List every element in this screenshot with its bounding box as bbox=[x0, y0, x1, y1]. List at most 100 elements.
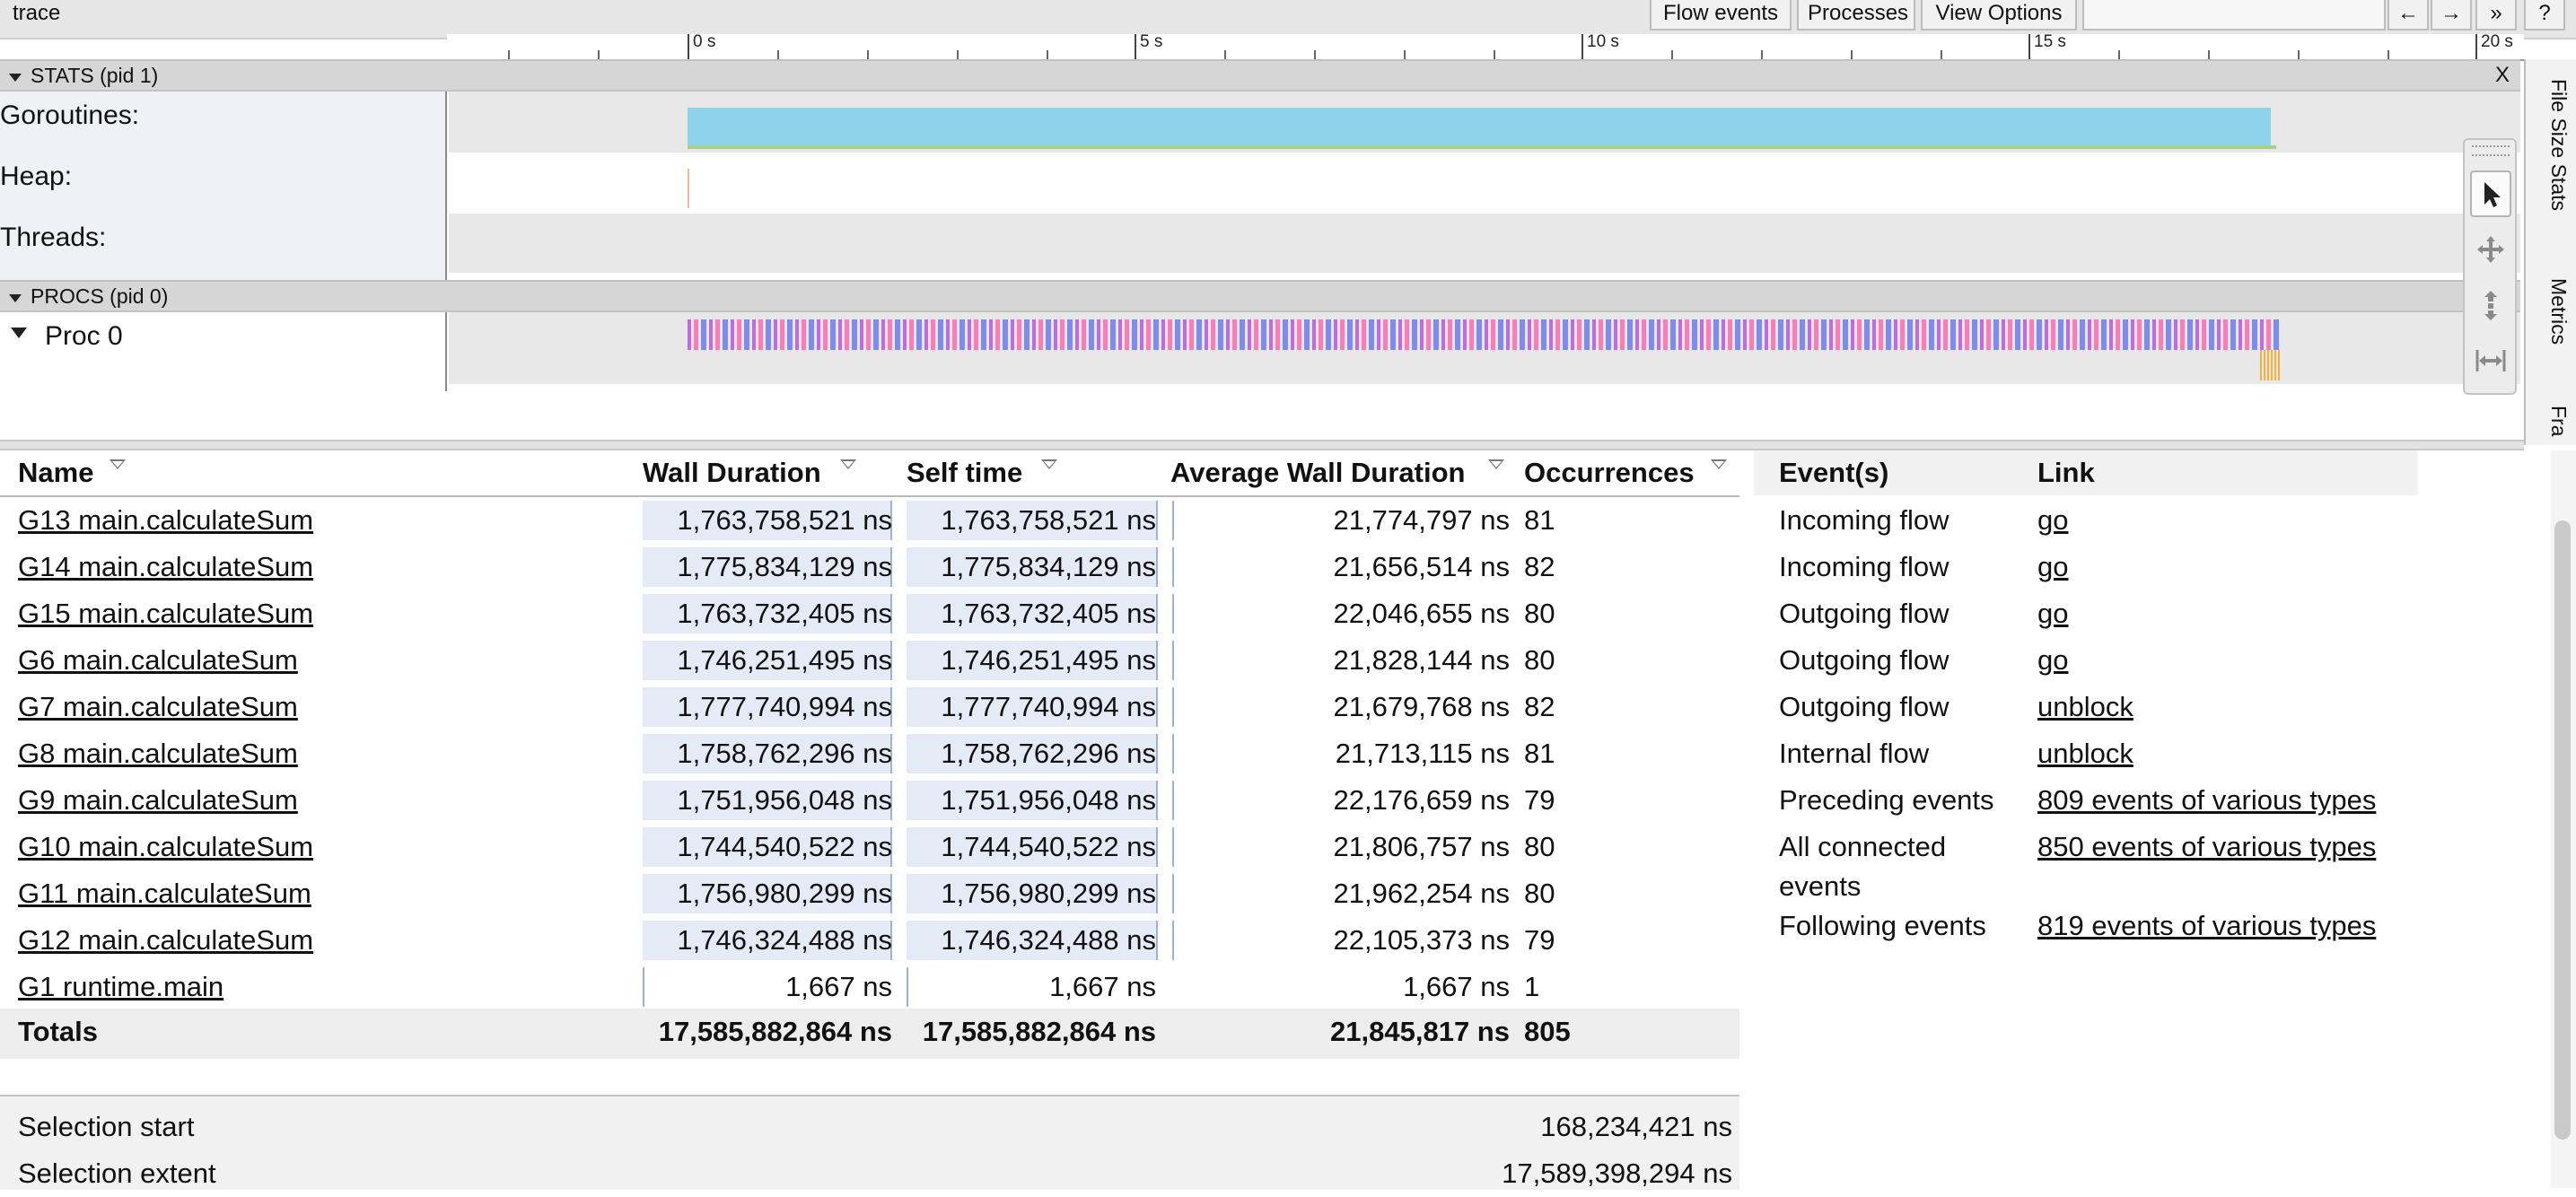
proc-slice[interactable] bbox=[2002, 319, 2005, 350]
proc-slice[interactable] bbox=[1196, 319, 1202, 350]
proc-slice[interactable] bbox=[895, 319, 900, 350]
close-icon[interactable]: X bbox=[2495, 63, 2510, 88]
proc-slice[interactable] bbox=[1965, 319, 1969, 350]
proc-slice[interactable] bbox=[1614, 319, 1617, 350]
proc-slice[interactable] bbox=[1110, 319, 1116, 350]
time-ruler[interactable]: 0 s 5 s 10 s 15 s 20 s bbox=[447, 32, 2524, 61]
proc-slice[interactable] bbox=[2230, 319, 2236, 350]
proc-slice[interactable] bbox=[809, 319, 814, 350]
goroutines-track[interactable] bbox=[449, 92, 2520, 153]
proc-slice[interactable] bbox=[1800, 319, 1805, 350]
zoom-tool-icon[interactable] bbox=[2470, 282, 2511, 328]
proc-slice[interactable] bbox=[1577, 319, 1582, 350]
sort-arrow-icon[interactable] bbox=[1488, 459, 1504, 469]
proc-event-marker[interactable] bbox=[2264, 350, 2265, 380]
proc-slice[interactable] bbox=[1722, 319, 1725, 350]
proc-slice[interactable] bbox=[2023, 319, 2027, 350]
slice-name-link[interactable]: G7 main.calculateSum bbox=[18, 684, 298, 730]
proc-slice[interactable] bbox=[1254, 319, 1258, 350]
proc-slice[interactable] bbox=[1412, 319, 1417, 350]
proc-slice[interactable] bbox=[1563, 319, 1568, 350]
proc-slice[interactable] bbox=[731, 319, 734, 350]
proc-slice[interactable] bbox=[1340, 319, 1345, 350]
proc-slice[interactable] bbox=[1362, 319, 1366, 350]
proc-slice[interactable] bbox=[1398, 319, 1402, 350]
nav-back-button[interactable]: ← bbox=[2388, 0, 2429, 31]
proc-slice[interactable] bbox=[989, 319, 993, 350]
drag-handle-icon[interactable] bbox=[2472, 145, 2510, 156]
proc-slice[interactable] bbox=[1584, 319, 1590, 350]
flow-event-link[interactable]: go bbox=[2037, 501, 2068, 540]
proc-slice[interactable] bbox=[752, 319, 756, 350]
proc-slice[interactable] bbox=[916, 319, 922, 350]
proc-slice[interactable] bbox=[1571, 319, 1574, 350]
timing-tool-icon[interactable] bbox=[2470, 337, 2511, 384]
proc-slice[interactable] bbox=[1670, 319, 1676, 350]
flow-event-link[interactable]: unblock bbox=[2037, 687, 2134, 727]
slice-name-link[interactable]: G10 main.calculateSum bbox=[18, 824, 313, 870]
proc-slice[interactable] bbox=[1153, 319, 1159, 350]
proc-slice[interactable] bbox=[1894, 319, 1897, 350]
avg-wall-duration-column-header[interactable]: Average Wall Duration bbox=[1170, 452, 1465, 494]
table-row[interactable]: G10 main.calculateSum 1,744,540,522 ns 1… bbox=[0, 824, 1739, 870]
proc-slice[interactable] bbox=[1226, 319, 1230, 350]
proc-slice[interactable] bbox=[2037, 319, 2042, 350]
proc-slice[interactable] bbox=[780, 319, 784, 350]
proc-slice[interactable] bbox=[2202, 319, 2206, 350]
proc-slice[interactable] bbox=[1986, 319, 1991, 350]
proc-slice[interactable] bbox=[1383, 319, 1388, 350]
proc-slice[interactable] bbox=[1319, 319, 1323, 350]
proc-slice[interactable] bbox=[1506, 319, 1510, 350]
proc-slice[interactable] bbox=[1606, 319, 1611, 350]
proc-slice[interactable] bbox=[1211, 319, 1215, 350]
proc-slice[interactable] bbox=[1749, 319, 1754, 350]
proc-slice[interactable] bbox=[2252, 319, 2257, 350]
table-row[interactable]: G8 main.calculateSum 1,758,762,296 ns 1,… bbox=[0, 730, 1739, 777]
proc-slice[interactable] bbox=[2066, 319, 2070, 350]
proc-slice[interactable] bbox=[2260, 319, 2264, 350]
proc-slice[interactable] bbox=[1161, 319, 1165, 350]
proc-slice[interactable] bbox=[2116, 319, 2120, 350]
proc-slice[interactable] bbox=[1663, 319, 1668, 350]
proc-slice[interactable] bbox=[2109, 319, 2113, 350]
proc-slice[interactable] bbox=[1843, 319, 1848, 350]
proc-slice[interactable] bbox=[2274, 319, 2279, 350]
proc-slice[interactable] bbox=[2080, 319, 2085, 350]
proc-slice[interactable] bbox=[1017, 319, 1021, 350]
nav-forward-button[interactable]: → bbox=[2431, 0, 2472, 31]
proc-slice[interactable] bbox=[1678, 319, 1682, 350]
proc-slice[interactable] bbox=[1448, 319, 1452, 350]
proc-slice[interactable] bbox=[852, 319, 857, 350]
proc-slice[interactable] bbox=[2101, 319, 2107, 350]
proc-slice[interactable] bbox=[1103, 319, 1108, 350]
proc-slice[interactable] bbox=[1771, 319, 1775, 350]
slice-name-link[interactable]: G15 main.calculateSum bbox=[18, 590, 313, 637]
name-column-header[interactable]: Name bbox=[18, 452, 93, 494]
proc-slice[interactable] bbox=[2166, 319, 2171, 350]
proc-slice[interactable] bbox=[1326, 319, 1331, 350]
proc-slice[interactable] bbox=[1872, 319, 1876, 350]
proc-slice[interactable] bbox=[1011, 319, 1014, 350]
proc-slice[interactable] bbox=[1097, 319, 1100, 350]
proc-slice[interactable] bbox=[817, 319, 820, 350]
proc-slice[interactable] bbox=[1757, 319, 1762, 350]
slice-name-link[interactable]: G14 main.calculateSum bbox=[18, 544, 313, 590]
proc-slice[interactable] bbox=[1232, 319, 1237, 350]
sort-arrow-icon[interactable] bbox=[840, 459, 856, 469]
proc-slice[interactable] bbox=[1297, 319, 1301, 350]
heap-track[interactable] bbox=[449, 153, 2520, 214]
panel-resize-handle[interactable] bbox=[0, 440, 2524, 450]
proc-slice[interactable] bbox=[1347, 319, 1353, 350]
proc-slice[interactable] bbox=[1814, 319, 1818, 350]
proc-slice[interactable] bbox=[1829, 319, 1833, 350]
proc-slice[interactable] bbox=[758, 319, 763, 350]
proc-slice[interactable] bbox=[903, 319, 907, 350]
proc-slice[interactable] bbox=[1118, 319, 1122, 350]
proc-slice[interactable] bbox=[1390, 319, 1396, 350]
proc-slice[interactable] bbox=[1248, 319, 1251, 350]
proc-slice[interactable] bbox=[2131, 319, 2134, 350]
proc-slice[interactable] bbox=[1549, 319, 1553, 350]
proc-slice[interactable] bbox=[1146, 319, 1151, 350]
proc-slice[interactable] bbox=[1599, 319, 1603, 350]
proc-slice[interactable] bbox=[1943, 319, 1948, 350]
